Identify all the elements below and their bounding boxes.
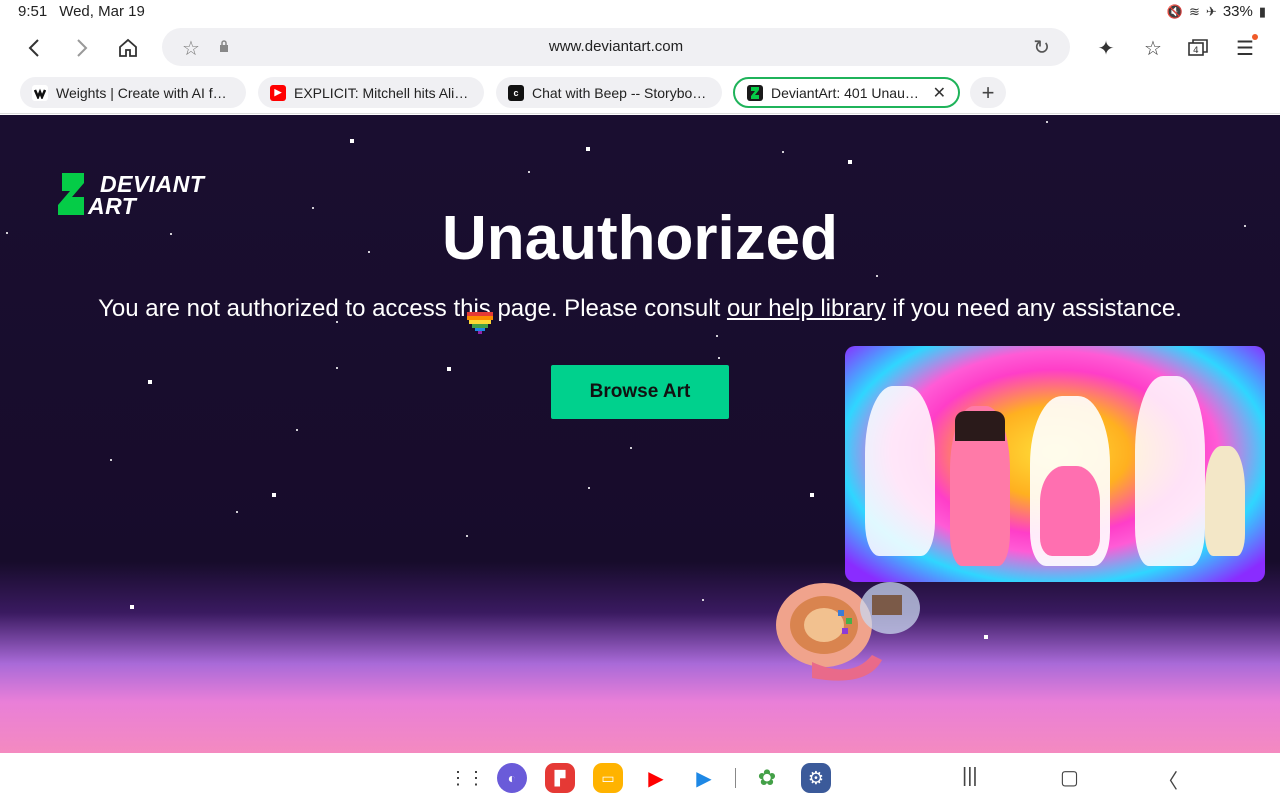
- tab-weights[interactable]: Weights | Create with AI for ...: [20, 77, 246, 108]
- tab-label: EXPLICIT: Mitchell hits Alici...: [294, 84, 472, 101]
- error-message: You are not authorized to access this pa…: [0, 295, 1280, 323]
- star-decoration: [272, 493, 276, 497]
- google-photos-icon[interactable]: ✿: [752, 763, 782, 793]
- star-decoration: [466, 535, 468, 537]
- home-button[interactable]: [112, 32, 144, 64]
- artwork-figure: [1205, 446, 1245, 556]
- star-decoration: [110, 459, 112, 461]
- tab-label: Weights | Create with AI for ...: [56, 84, 234, 101]
- star-decoration: [716, 335, 718, 337]
- star-decoration: [350, 139, 354, 143]
- mute-icon: 🔇: [1166, 3, 1183, 19]
- my-files-icon[interactable]: ▭: [593, 763, 623, 793]
- dock-separator: [735, 768, 736, 788]
- tab-manager-button[interactable]: 4: [1182, 32, 1214, 64]
- flipboard-icon[interactable]: ▛: [545, 763, 575, 793]
- new-tab-button[interactable]: +: [970, 77, 1006, 108]
- tab-strip: Weights | Create with AI for ... ▶ EXPLI…: [0, 70, 1280, 114]
- status-bar: 9:51 Wed, Mar 19 🔇 ≋ ✈ 33% ▮: [0, 0, 1280, 24]
- home-circle-icon: ▢: [1060, 767, 1079, 789]
- recent-apps-button[interactable]: |||: [962, 765, 978, 788]
- status-date: Wed, Mar 19: [59, 3, 145, 20]
- system-navigation-bar: ⋮⋮ ◐ ▛ ▭ ▶ ▶ ✿ ⚙ ||| ▢ 〈: [0, 753, 1280, 800]
- star-decoration: [336, 367, 338, 369]
- status-time: 9:51: [18, 3, 48, 20]
- svg-text:4: 4: [1193, 46, 1199, 56]
- ai-sparkle-button[interactable]: ✦: [1090, 32, 1122, 64]
- chevron-right-icon: [77, 39, 88, 57]
- menu-button[interactable]: ☰: [1229, 32, 1261, 64]
- url-text[interactable]: www.deviantart.com: [162, 38, 1070, 55]
- tab-deviantart[interactable]: DeviantArt: 401 Unauth... ✕: [733, 77, 960, 108]
- reload-icon[interactable]: ↻: [1033, 35, 1050, 60]
- bookmarks-star-icon: ☆: [1144, 37, 1162, 60]
- deviantart-icon: [747, 84, 763, 101]
- star-decoration: [1046, 121, 1048, 123]
- airplane-icon: ✈: [1205, 3, 1217, 19]
- battery-level: 33%: [1222, 3, 1253, 20]
- home-nav-button[interactable]: ▢: [1060, 765, 1079, 790]
- star-decoration: [984, 635, 988, 639]
- star-decoration: [586, 147, 590, 151]
- artwork-figure: [955, 411, 1005, 441]
- samsung-internet-icon[interactable]: ◐: [497, 763, 527, 793]
- recents-icon: |||: [962, 765, 978, 787]
- star-decoration: [782, 151, 784, 153]
- star-decoration: [718, 357, 720, 359]
- play-store-icon[interactable]: ▶: [689, 763, 719, 793]
- message-text: You are not authorized to access this pa…: [98, 295, 727, 322]
- star-decoration: [810, 493, 814, 497]
- back-chevron-icon: 〈: [1158, 771, 1178, 793]
- chevron-left-icon: [28, 39, 39, 57]
- tab-youtube[interactable]: ▶ EXPLICIT: Mitchell hits Alici...: [258, 77, 484, 108]
- address-bar[interactable]: ☆ www.deviantart.com ↻: [162, 28, 1070, 66]
- message-text: if you need any assistance.: [885, 295, 1182, 322]
- close-tab-icon[interactable]: ✕: [933, 83, 946, 103]
- youtube-icon[interactable]: ▶: [641, 763, 671, 793]
- rainbow-heart-icon: [467, 312, 493, 334]
- star-decoration: [148, 380, 152, 384]
- artwork-figure: [865, 386, 935, 556]
- pixel-snail-image: [776, 582, 920, 681]
- back-button[interactable]: [18, 32, 50, 64]
- star-decoration: [848, 160, 852, 164]
- star-decoration: [876, 275, 878, 277]
- page-title: Unauthorized: [441, 204, 839, 273]
- notification-dot: [1252, 34, 1258, 40]
- forward-button[interactable]: [66, 32, 98, 64]
- star-decoration: [702, 599, 704, 601]
- home-icon: [119, 38, 137, 57]
- browse-art-button[interactable]: Browse Art: [551, 365, 729, 419]
- plus-icon: +: [981, 79, 995, 105]
- app-drawer-icon[interactable]: ⋮⋮: [449, 763, 485, 793]
- star-decoration: [630, 447, 632, 449]
- tab-label: DeviantArt: 401 Unauth...: [771, 84, 923, 101]
- character-ai-icon: c: [508, 84, 524, 101]
- page-content: DEVIANT ART Unauthorized You are not aut…: [0, 115, 1280, 753]
- artwork-figure: [1135, 376, 1205, 566]
- star-decoration: [588, 487, 590, 489]
- hamburger-menu-icon: ☰: [1236, 37, 1254, 60]
- settings-icon[interactable]: ⚙: [801, 763, 831, 793]
- youtube-icon: ▶: [270, 84, 286, 101]
- back-nav-button[interactable]: 〈: [1158, 765, 1178, 794]
- battery-icon: ▮: [1258, 3, 1266, 19]
- weights-icon: [32, 84, 48, 101]
- star-decoration: [236, 511, 238, 513]
- tab-label: Chat with Beep -- Storybots...: [532, 84, 710, 101]
- help-library-link[interactable]: our help library: [727, 295, 886, 322]
- tabs-count-icon: 4: [1188, 39, 1208, 56]
- star-decoration: [130, 605, 134, 609]
- tab-character-ai[interactable]: c Chat with Beep -- Storybots...: [496, 77, 722, 108]
- browser-toolbar: ☆ www.deviantart.com ↻ ✦ ☆ 4 ☰: [0, 24, 1280, 70]
- bookmarks-button[interactable]: ☆: [1137, 32, 1169, 64]
- star-decoration: [528, 171, 530, 173]
- floating-artwork-image[interactable]: [845, 346, 1265, 582]
- sparkle-icon: ✦: [1097, 37, 1115, 60]
- star-decoration: [447, 367, 451, 371]
- artwork-figure: [1040, 466, 1100, 556]
- star-decoration: [296, 429, 298, 431]
- wifi-icon: ≋: [1189, 3, 1200, 19]
